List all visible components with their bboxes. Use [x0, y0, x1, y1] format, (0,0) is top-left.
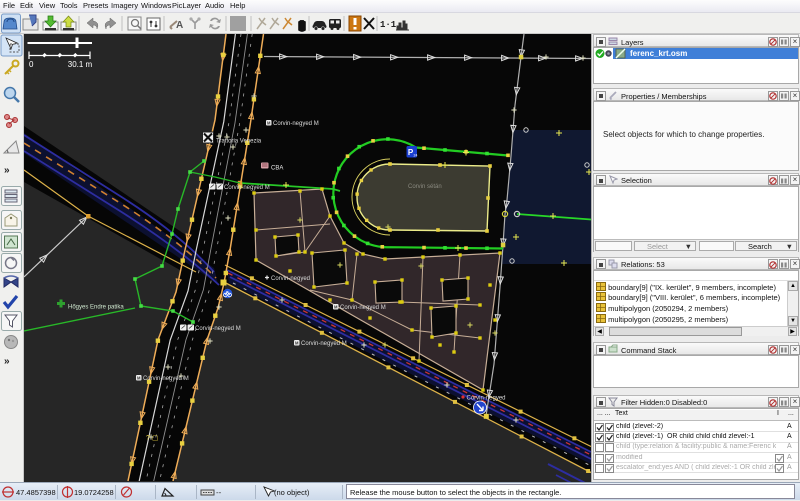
svg-text:M: M — [137, 375, 141, 380]
svg-text:? ▢: ? ▢ — [146, 435, 158, 442]
svg-text:1·1: 1·1 — [380, 20, 397, 30]
svg-text:Corvin-negyed M: Corvin-negyed M — [195, 326, 241, 332]
svg-text:M: M — [334, 304, 338, 309]
svg-text:Corvin-negyed M: Corvin-negyed M — [143, 376, 189, 382]
svg-text:»: » — [4, 356, 10, 367]
svg-text:24: 24 — [414, 154, 418, 158]
svg-text:Corvin-negyed M: Corvin-negyed M — [224, 185, 270, 191]
svg-text:Corvin-negyed M: Corvin-negyed M — [340, 305, 386, 311]
svg-text:Corvin-negyed M: Corvin-negyed M — [273, 121, 319, 127]
svg-text:A: A — [176, 20, 183, 31]
svg-text:»: » — [4, 165, 10, 176]
svg-text:Hőgyes Endre patika: Hőgyes Endre patika — [68, 305, 124, 311]
svg-text:Trattoria Venezia: Trattoria Venezia — [216, 139, 262, 145]
svg-text:Corvin sétán: Corvin sétán — [408, 184, 442, 190]
svg-text:Corvin-negyed: Corvin-negyed — [271, 276, 310, 282]
svg-text:30.1 m: 30.1 m — [68, 60, 93, 69]
svg-text:M: M — [295, 340, 299, 345]
svg-text:--: -- — [216, 488, 222, 497]
svg-text:0: 0 — [29, 60, 34, 69]
svg-text:Corvin-negyed M: Corvin-negyed M — [301, 341, 347, 347]
svg-text:CBA: CBA — [271, 166, 283, 172]
svg-text:Corvin-negyed: Corvin-negyed — [467, 396, 506, 402]
svg-text:M: M — [267, 120, 271, 125]
